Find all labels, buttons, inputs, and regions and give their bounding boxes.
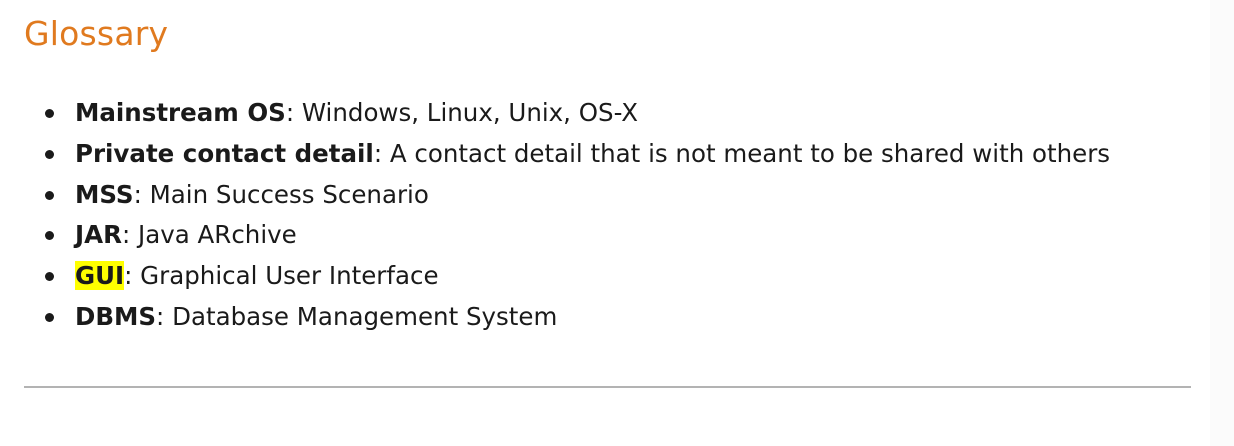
- bullet-icon: [45, 109, 54, 118]
- document-page: Glossary Mainstream OS: Windows, Linux, …: [0, 0, 1234, 446]
- glossary-item-private-contact-detail: Private contact detail: A contact detail…: [0, 134, 1110, 175]
- bullet-icon: [45, 312, 54, 322]
- term-separator: :: [121, 220, 131, 250]
- glossary-definition: Windows, Linux, Unix, OS-X: [294, 98, 638, 127]
- glossary-definition: Java ARchive: [130, 220, 297, 250]
- glossary-term: Private contact detail: [75, 138, 374, 168]
- glossary-definition: Main Success Scenario: [141, 179, 429, 209]
- glossary-item-mainstream-os: Mainstream OS: Windows, Linux, Unix, OS-…: [0, 93, 1110, 134]
- glossary-term: Mainstream OS: [75, 98, 286, 127]
- bullet-icon: [45, 190, 54, 200]
- glossary-term-highlighted: GUI: [75, 261, 125, 291]
- glossary-item-dbms: DBMS: Database Management System: [0, 297, 1110, 338]
- bullet-icon: [45, 149, 54, 159]
- glossary-item-jar: JAR: Java ARchive: [0, 215, 1110, 256]
- term-separator: :: [373, 138, 383, 168]
- glossary-term: DBMS: [75, 301, 157, 331]
- glossary-item-mss: MSS: Main Success Scenario: [0, 175, 1110, 216]
- bullet-icon: [45, 272, 54, 282]
- horizontal-divider: [24, 386, 1191, 388]
- section-title: Glossary: [24, 14, 169, 53]
- bullet-icon: [45, 231, 54, 241]
- term-separator: :: [133, 179, 142, 209]
- glossary-term: JAR: [75, 220, 122, 250]
- term-separator: :: [285, 98, 295, 127]
- glossary-definition: Graphical User Interface: [132, 261, 439, 291]
- glossary-definition: Database Management System: [164, 301, 558, 331]
- glossary-item-gui: GUI: Graphical User Interface: [0, 256, 1110, 297]
- glossary-term: MSS: [75, 179, 134, 209]
- glossary-list: Mainstream OS: Windows, Linux, Unix, OS-…: [0, 93, 1110, 338]
- glossary-definition: A contact detail that is not meant to be…: [382, 138, 1111, 168]
